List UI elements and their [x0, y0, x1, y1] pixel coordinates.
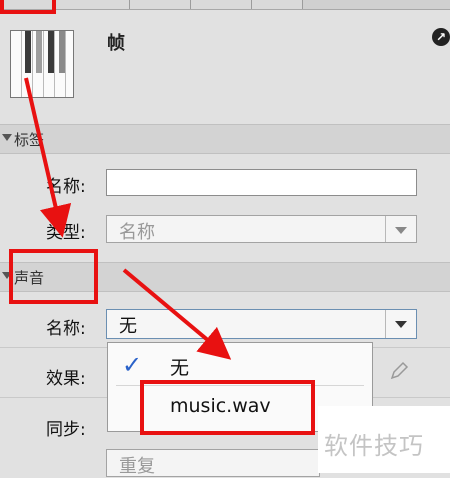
- watermark-text: 软件技巧: [324, 432, 424, 460]
- watermark: 软件技巧: [318, 406, 450, 473]
- annotation-arrow: [122, 268, 232, 360]
- annotation-arrows: [24, 77, 232, 360]
- annotation-arrow: [24, 77, 72, 238]
